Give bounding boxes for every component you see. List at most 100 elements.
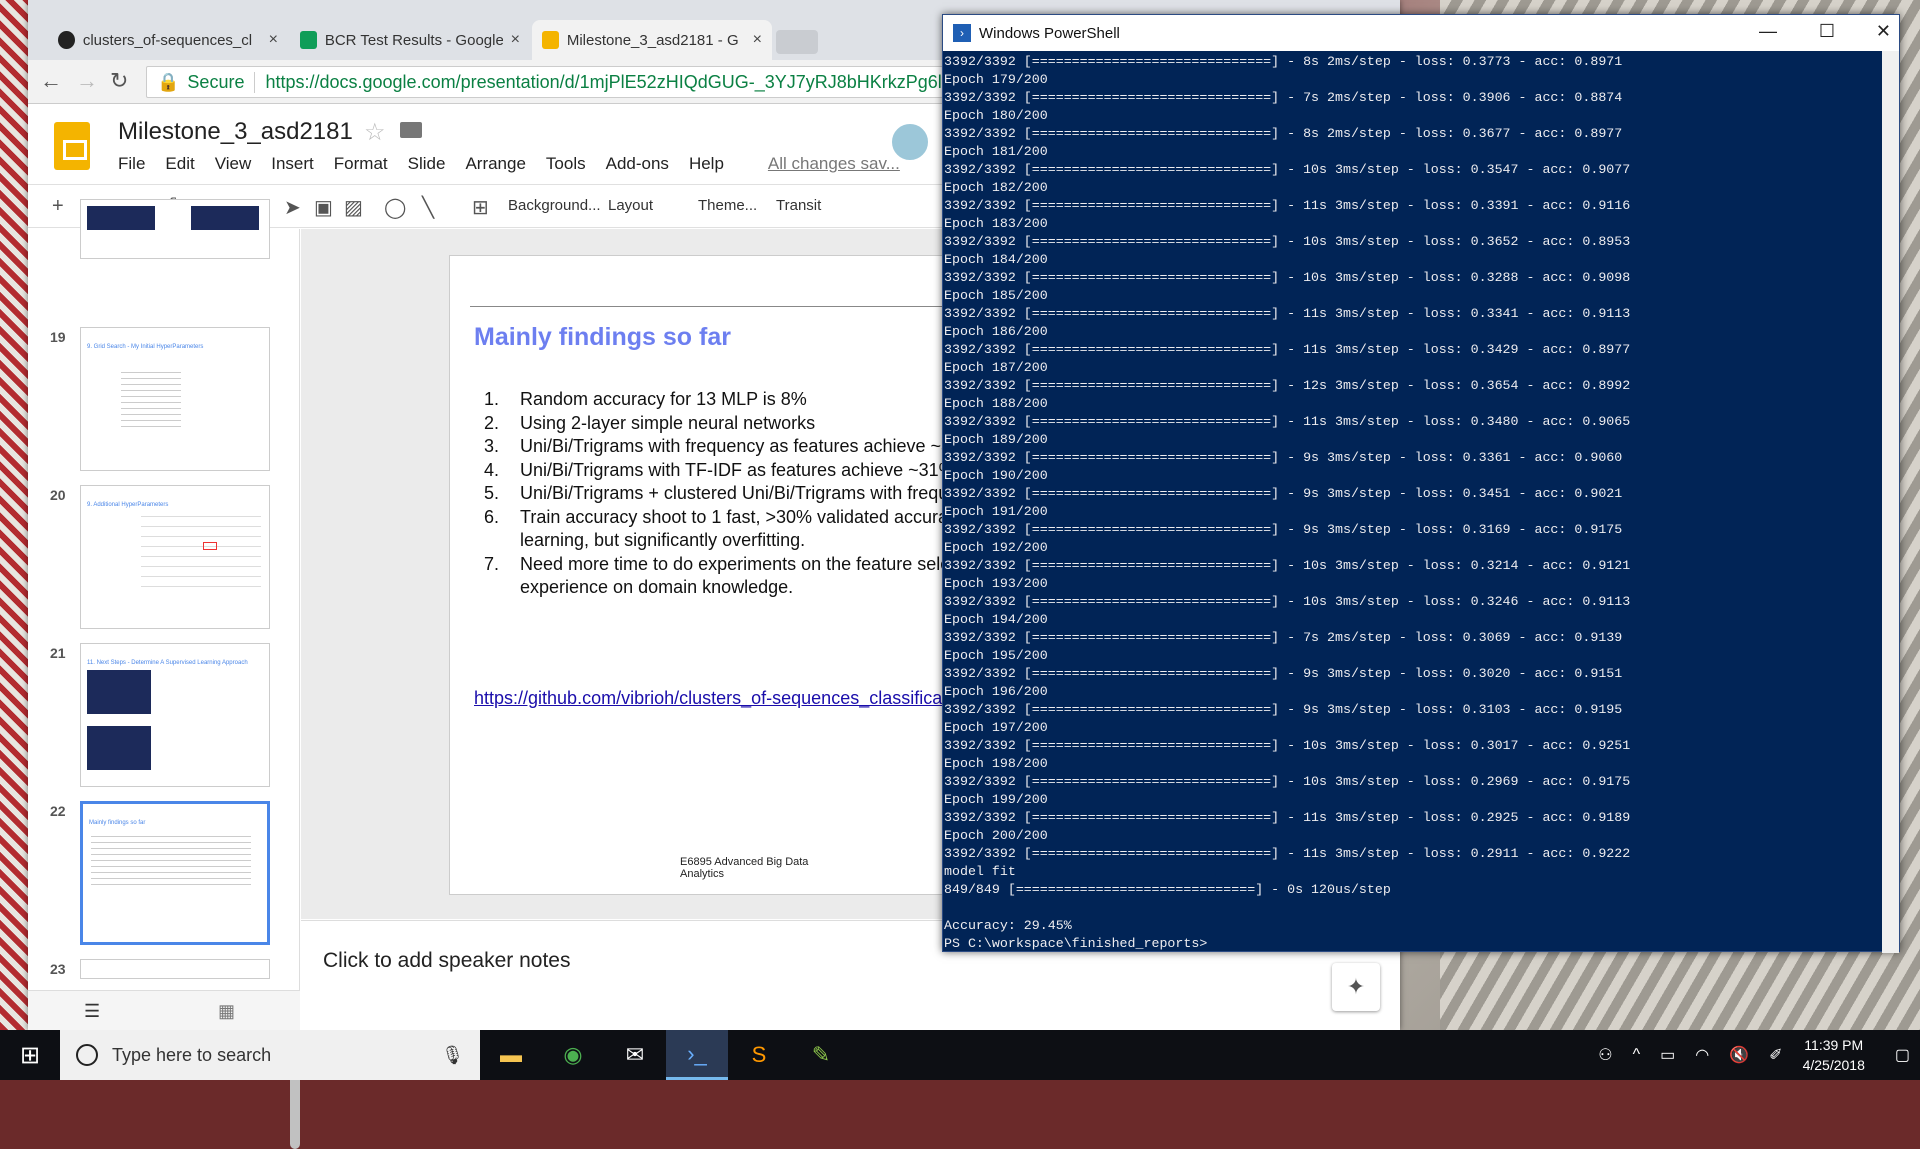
list-item: 4. Uni/Bi/Trigrams with TF-IDF as feature… xyxy=(484,459,955,480)
new-slide-icon[interactable]: + xyxy=(52,195,64,218)
select-icon[interactable]: ➤ xyxy=(284,195,301,220)
slide-thumb-22[interactable]: Mainly findings so far xyxy=(80,801,270,945)
new-tab-button[interactable] xyxy=(776,30,818,54)
console-line: 3392/3392 [=============================… xyxy=(944,702,1623,717)
powershell-title: Windows PowerShell xyxy=(979,24,1120,42)
tab-github[interactable]: clusters_of-sequences_cl × xyxy=(48,20,288,60)
menu-slide[interactable]: Slide xyxy=(408,154,446,174)
tab-slides[interactable]: Milestone_3_asd2181 - G × xyxy=(532,20,772,60)
console-output[interactable]: 3392/3392 [=============================… xyxy=(943,53,1883,953)
layout-button[interactable]: Layout xyxy=(608,197,653,214)
back-icon[interactable]: ← xyxy=(40,68,62,94)
notes-placeholder[interactable]: Click to add speaker notes xyxy=(323,949,570,973)
minimize-icon[interactable]: — xyxy=(1759,21,1777,42)
avatar[interactable] xyxy=(890,122,930,162)
folder-icon[interactable] xyxy=(400,122,422,138)
wifi-icon[interactable]: ◠ xyxy=(1695,1045,1709,1065)
console-line: Epoch 189/200 xyxy=(944,432,1048,447)
close-tab-icon[interactable]: × xyxy=(745,31,762,49)
slide-thumb-23[interactable] xyxy=(80,959,270,979)
slide-title[interactable]: Mainly findings so far xyxy=(474,323,731,352)
mail-icon[interactable]: ✉ xyxy=(604,1030,666,1080)
console-line: Epoch 197/200 xyxy=(944,720,1048,735)
secure-label: Secure xyxy=(187,71,256,93)
menu-arrange[interactable]: Arrange xyxy=(465,154,525,174)
taskbar-search[interactable]: Type here to search 🎙 xyxy=(60,1030,480,1080)
menu-bar: File Edit View Insert Format Slide Arran… xyxy=(118,154,920,174)
line-icon[interactable]: ╲ xyxy=(422,195,434,220)
doc-title[interactable]: Milestone_3_asd2181 xyxy=(118,118,353,146)
console-line: Epoch 199/200 xyxy=(944,792,1048,807)
menu-view[interactable]: View xyxy=(215,154,252,174)
volume-muted-icon[interactable]: 🔇 xyxy=(1729,1045,1749,1065)
console-scrollbar[interactable] xyxy=(1882,51,1899,953)
console-line: Epoch 193/200 xyxy=(944,576,1048,591)
close-icon[interactable]: ✕ xyxy=(1876,21,1891,42)
filmstrip-footer: ☰ ▦ xyxy=(28,990,300,1030)
slides-logo-icon[interactable] xyxy=(54,122,90,170)
menu-format[interactable]: Format xyxy=(334,154,388,174)
close-tab-icon[interactable]: × xyxy=(503,31,520,49)
console-line: 3392/3392 [=============================… xyxy=(944,666,1623,681)
findings-list[interactable]: 1. Random accuracy for 13 MLP is 8% 2. Usi… xyxy=(484,388,955,600)
github-link[interactable]: https://github.com/vibrioh/clusters_of-s… xyxy=(474,688,942,709)
console-line: 3392/3392 [=============================… xyxy=(944,342,1631,357)
list-item: 7. Need more time to do experiments on th… xyxy=(484,553,951,574)
menu-help[interactable]: Help xyxy=(689,154,724,174)
comment-icon[interactable]: ⊞ xyxy=(472,195,489,220)
slide-thumb-19[interactable]: 9. Grid Search - My Initial HyperParamet… xyxy=(80,327,270,471)
image-icon[interactable]: ▨ xyxy=(344,195,363,220)
list-item: 5. Uni/Bi/Trigrams + clustered Uni/Bi/Tri… xyxy=(484,483,949,503)
slide-thumb-21[interactable]: 11. Next Steps - Determine A Supervised … xyxy=(80,643,270,787)
console-line: 3392/3392 [=============================… xyxy=(944,90,1623,105)
menu-insert[interactable]: Insert xyxy=(271,154,314,174)
clock[interactable]: 11:39 PM 4/25/2018 xyxy=(1803,1035,1865,1075)
console-line: 3392/3392 [=============================… xyxy=(944,558,1631,573)
console-line: Epoch 179/200 xyxy=(944,72,1048,87)
explore-icon[interactable]: ✦ xyxy=(1332,963,1380,1011)
maximize-icon[interactable]: ☐ xyxy=(1819,21,1835,42)
show-hidden-icon[interactable]: ^ xyxy=(1633,1046,1641,1064)
sublime-icon[interactable]: S xyxy=(728,1030,790,1080)
file-explorer-icon[interactable]: ▬ xyxy=(480,1030,542,1080)
menu-file[interactable]: File xyxy=(118,154,145,174)
cortana-icon[interactable] xyxy=(76,1044,98,1066)
console-line: 3392/3392 [=============================… xyxy=(944,522,1623,537)
theme-button[interactable]: Theme... xyxy=(698,197,757,214)
textbox-icon[interactable]: ▣ xyxy=(314,195,333,220)
console-line: 3392/3392 [=============================… xyxy=(944,774,1631,789)
slide-thumb-18[interactable] xyxy=(80,199,270,259)
tab-sheets[interactable]: BCR Test Results - Google × xyxy=(290,20,530,60)
url-text: https://docs.google.com/presentation/d/1… xyxy=(265,71,991,92)
slide-thumb-20[interactable]: 9. Additional HyperParameters xyxy=(80,485,270,629)
star-icon[interactable]: ☆ xyxy=(364,118,386,147)
menu-tools[interactable]: Tools xyxy=(546,154,586,174)
background-button[interactable]: Background... xyxy=(508,197,601,214)
forward-icon[interactable]: → xyxy=(76,68,98,94)
grid-view-icon[interactable]: ▦ xyxy=(218,1001,235,1022)
close-tab-icon[interactable]: × xyxy=(261,31,278,49)
people-icon[interactable]: ⚇ xyxy=(1598,1045,1612,1065)
powershell-titlebar[interactable]: › Windows PowerShell — ☐ ✕ xyxy=(943,15,1899,51)
taskbar: ⊞ Type here to search 🎙 ▬ ◉ ✉ ›_ S ✎ ⚇ ^… xyxy=(0,1030,1920,1080)
windows-start-icon[interactable]: ⊞ xyxy=(0,1030,60,1080)
console-line: 3392/3392 [=============================… xyxy=(944,450,1623,465)
reload-icon[interactable]: ↻ xyxy=(110,68,128,94)
list-item: 6. Train accuracy shoot to 1 fast, >30% v… xyxy=(484,506,949,527)
notifications-icon[interactable]: ▢ xyxy=(1895,1045,1910,1065)
transition-button[interactable]: Transit xyxy=(776,197,821,214)
list-view-icon[interactable]: ☰ xyxy=(84,1001,100,1022)
menu-edit[interactable]: Edit xyxy=(165,154,194,174)
pen-icon[interactable]: ✐ xyxy=(1769,1045,1782,1065)
chrome-icon[interactable]: ◉ xyxy=(542,1030,604,1080)
save-status[interactable]: All changes sav... xyxy=(768,154,900,174)
paint-icon[interactable]: ✎ xyxy=(790,1030,852,1080)
powershell-taskbar-icon[interactable]: ›_ xyxy=(666,1030,728,1080)
battery-icon[interactable]: ▭ xyxy=(1660,1045,1675,1065)
menu-addons[interactable]: Add-ons xyxy=(606,154,669,174)
powershell-window[interactable]: › Windows PowerShell — ☐ ✕ 3392/3392 [==… xyxy=(942,14,1900,953)
shape-icon[interactable]: ◯ xyxy=(384,195,406,220)
microphone-icon[interactable]: 🎙 xyxy=(441,1045,464,1066)
console-line: 3392/3392 [=============================… xyxy=(944,378,1631,393)
